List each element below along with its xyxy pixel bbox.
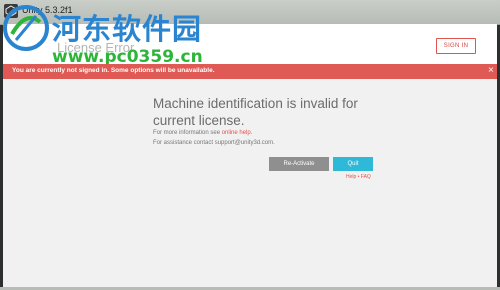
- sign-in-button[interactable]: SIGN IN: [436, 38, 476, 54]
- error-title: Machine identification is invalid for cu…: [153, 96, 358, 128]
- assistance-line: For assistance contact support@unity3d.c…: [153, 140, 275, 146]
- watermark-logo-icon: [3, 5, 49, 51]
- reactivate-button[interactable]: Re-Activate: [269, 157, 329, 171]
- info-suffix: .: [250, 130, 253, 136]
- quit-button[interactable]: Quit: [333, 157, 373, 171]
- notice-text: You are currently not signed in. Some op…: [12, 67, 215, 74]
- help-faq-link[interactable]: Help • FAQ: [346, 174, 371, 180]
- watermark-text: 河东软件园: [52, 12, 203, 46]
- notice-bar: You are currently not signed in. Some op…: [3, 64, 497, 79]
- close-icon[interactable]: ×: [488, 65, 494, 77]
- info-prefix: For more information see: [153, 130, 222, 136]
- online-help-link[interactable]: online help: [222, 130, 251, 136]
- info-line: For more information see online help.: [153, 130, 252, 136]
